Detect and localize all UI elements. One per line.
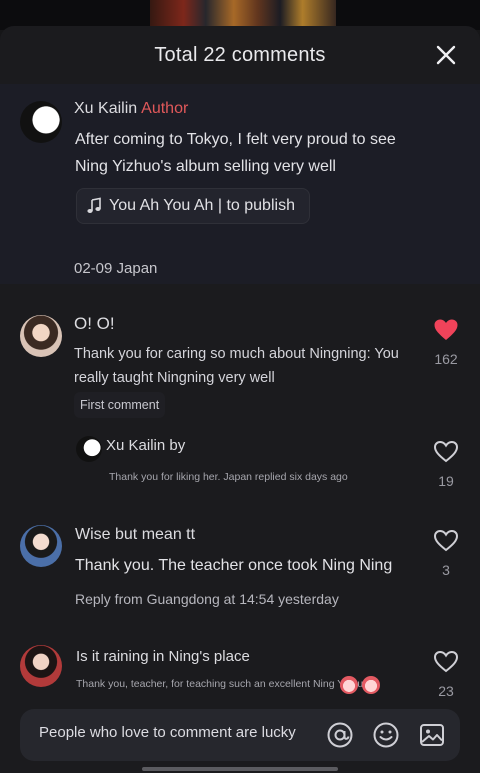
comment-input[interactable]: People who love to comment are lucky	[39, 724, 296, 741]
comment-text: Thank you. The teacher once took Ning Ni…	[75, 557, 393, 574]
author-name-text: Xu Kailin	[74, 100, 138, 117]
avatar[interactable]	[20, 525, 62, 567]
comment-composer[interactable]: People who love to comment are lucky	[20, 709, 460, 761]
reply-author-name[interactable]: Xu Kailin by	[106, 437, 185, 454]
avatar[interactable]	[20, 101, 62, 143]
comments-title: Total 22 comments	[154, 44, 326, 66]
music-chip-label: You Ah You Ah | to publish	[109, 197, 295, 214]
comment-author-name[interactable]: O! O!	[74, 314, 115, 334]
reply-text: Thank you for liking her. Japan replied …	[109, 471, 348, 483]
music-note-icon	[87, 197, 101, 213]
avatar[interactable]	[76, 436, 102, 462]
avatar[interactable]	[20, 315, 62, 357]
blush-emoji-icon	[340, 676, 358, 694]
first-comment-tag: First comment	[74, 392, 166, 418]
comments-header: Total 22 comments	[0, 26, 480, 84]
at-icon[interactable]	[326, 721, 354, 749]
author-post-meta: 02-09 Japan	[74, 260, 158, 277]
like-count: 162	[434, 351, 458, 367]
like-count: 23	[438, 683, 454, 699]
like-button[interactable]: 23	[432, 650, 460, 699]
avatar[interactable]	[20, 645, 62, 687]
blush-emoji-icon	[362, 676, 380, 694]
author-post: Xu Kailin Author After coming to Tokyo, I…	[0, 84, 480, 284]
comment-meta: Reply from Guangdong at 14:54 yesterday	[75, 591, 339, 607]
heart-outline-icon	[433, 440, 459, 463]
author-post-text: After coming to Tokyo, I felt very proud…	[75, 131, 396, 175]
heart-filled-icon	[434, 319, 458, 340]
like-count: 19	[438, 473, 454, 489]
heart-outline-icon	[433, 650, 459, 673]
image-icon[interactable]	[418, 721, 446, 749]
home-indicator	[142, 767, 338, 771]
comment-author-name[interactable]: Wise but mean tt	[75, 526, 195, 544]
comments-sheet: Total 22 comments Xu Kailin Author After …	[0, 26, 480, 773]
comment-text: Thank you, teacher, for teaching such an…	[76, 678, 370, 690]
comment-author-name[interactable]: Is it raining in Ning's place	[76, 648, 250, 665]
heart-outline-icon	[433, 529, 459, 552]
like-button[interactable]: 3	[432, 529, 460, 578]
author-name[interactable]: Xu Kailin Author	[74, 100, 188, 118]
author-badge: Author	[141, 100, 189, 117]
like-button[interactable]: 19	[432, 440, 460, 489]
comment-text: Thank you for caring so much about Ningn…	[74, 346, 399, 386]
emoji-icon[interactable]	[372, 721, 400, 749]
like-button[interactable]: 162	[432, 318, 460, 367]
music-chip[interactable]: You Ah You Ah | to publish	[76, 188, 310, 224]
close-icon[interactable]	[434, 43, 458, 67]
like-count: 3	[442, 562, 450, 578]
